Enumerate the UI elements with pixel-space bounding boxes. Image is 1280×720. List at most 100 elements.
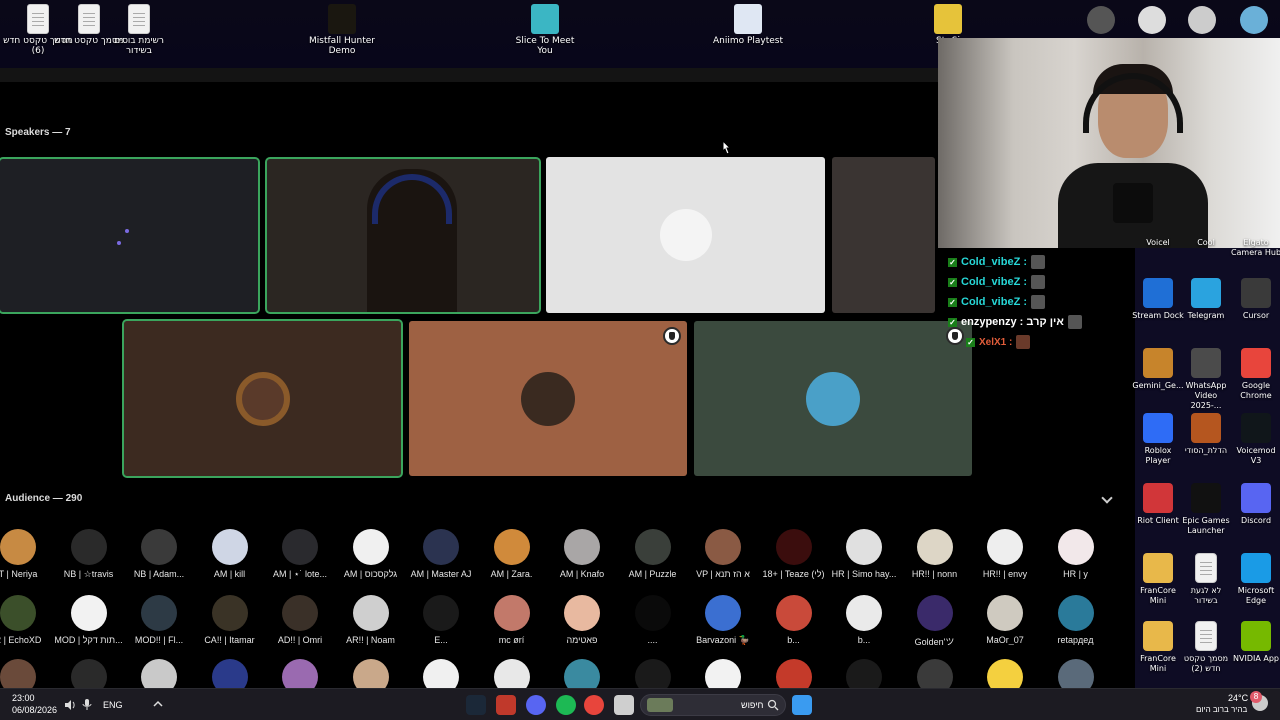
audience-member[interactable]: AM | Puzzle	[618, 529, 688, 579]
audience-member[interactable]: ....	[618, 595, 688, 645]
recycle-bin-icon[interactable]	[1240, 6, 1268, 34]
mouse-cursor-icon	[722, 140, 732, 155]
audience-avatar	[916, 529, 953, 565]
audience-member[interactable]: פאטימה	[547, 595, 617, 645]
chevron-up-icon[interactable]	[153, 700, 163, 708]
taskbar-search[interactable]: חיפוש	[640, 694, 786, 716]
audience-name: T | Neriya	[0, 569, 38, 579]
audience-member[interactable]: b...	[759, 595, 829, 645]
slice-game-icon	[531, 4, 559, 34]
desktop-icon[interactable]: Discord	[1230, 483, 1280, 526]
microphone-tray-icon[interactable]	[82, 699, 92, 711]
audience-member[interactable]: MOD!! | Fl...	[124, 595, 194, 645]
desktop-icon[interactable]: Mistfall Hunter Demo	[304, 4, 380, 56]
audience-member[interactable]: 18+ | Teaze (לי)	[759, 529, 829, 579]
speaker-tile[interactable]	[694, 321, 972, 476]
desktop-icon[interactable]: Google Chrome	[1230, 348, 1280, 401]
audience-member[interactable]: AM | kill	[195, 529, 265, 579]
desktop-icon[interactable]: Slice To Meet You	[507, 4, 583, 56]
joystick-icon[interactable]	[496, 695, 516, 715]
clock-time[interactable]: 23:00	[12, 693, 35, 703]
speaker-tile[interactable]	[122, 319, 403, 478]
audience-member[interactable]: HR | Simo hay...	[829, 529, 899, 579]
audience-member[interactable]: HR!! | nonn	[900, 529, 970, 579]
speaker-tile[interactable]	[0, 157, 260, 314]
steam-icon[interactable]	[466, 695, 486, 715]
desktop-icon-label: Gemini_Ge...	[1132, 381, 1184, 390]
audience-name: HR | y	[1063, 569, 1088, 579]
audience-member[interactable]: HR!! | envy	[970, 529, 1040, 579]
audience-member[interactable]: AM | Zara.	[477, 529, 547, 579]
electron-icon[interactable]	[1087, 6, 1115, 34]
audience-avatar	[705, 595, 741, 631]
obs-icon[interactable]	[1188, 6, 1216, 34]
desktop-icon[interactable]: Roblox Player	[1132, 413, 1184, 466]
weather-desc[interactable]: בהיר ברוב היום	[1196, 705, 1247, 714]
audience-member[interactable]: mc ørí	[477, 595, 547, 645]
audience-member[interactable]: AM | Master AJ	[406, 529, 476, 579]
chrome-icon[interactable]	[584, 695, 604, 715]
collapse-audience-chevron-icon[interactable]	[1101, 492, 1113, 504]
check-icon: ✓	[948, 317, 957, 327]
clock-date[interactable]: 06/08/2026	[12, 705, 57, 715]
audience-member[interactable]: AD!! | Omri	[265, 595, 335, 645]
audience-member[interactable]: R | EchoXD	[0, 595, 53, 645]
desktop-icon[interactable]: Aniimo Playtest	[710, 4, 786, 46]
task-view-icon[interactable]	[614, 695, 634, 715]
speaker-tile[interactable]	[409, 321, 687, 476]
desktop-icon[interactable]: FranCore Mini	[1132, 553, 1184, 606]
audience-member[interactable]: CA!! | Itamar	[195, 595, 265, 645]
desktop-icon[interactable]: Riot Client	[1132, 483, 1184, 526]
desktop-icon[interactable]: Gemini_Ge...	[1132, 348, 1184, 391]
spotify-icon[interactable]	[556, 695, 576, 715]
audience-member[interactable]: Golden'ツ	[900, 595, 970, 648]
audience-member[interactable]: AM | ⋆˙ lote...	[265, 529, 335, 580]
audience-member[interactable]: retapдeд	[1041, 595, 1111, 645]
audience-member[interactable]: MaOr_07	[970, 595, 1040, 645]
audience-member[interactable]: AM | Knafo	[547, 529, 617, 579]
audience-member[interactable]: E...	[406, 595, 476, 645]
desktop-icon-label: הדלת_הסודי	[1184, 446, 1228, 455]
desktop-icon[interactable]: מסמך טקסט חדש (2)	[1180, 621, 1232, 674]
desktop-icon[interactable]: רשימת בוסים בשידור	[101, 4, 177, 56]
notification-badge[interactable]: 8	[1250, 691, 1262, 703]
desktop-icon[interactable]: Cool	[1180, 238, 1232, 248]
speaker-tile[interactable]	[265, 157, 541, 314]
desktop-icon[interactable]: Epic Games Launcher	[1180, 483, 1232, 536]
desktop-icon[interactable]: Telegram	[1180, 278, 1232, 321]
desktop-icon[interactable]: Microsoft Edge	[1230, 553, 1280, 606]
discord-icon[interactable]	[526, 695, 546, 715]
audience-member[interactable]: NB | Adam...	[124, 529, 194, 579]
audience-member[interactable]: HR | y	[1041, 529, 1111, 579]
audience-member[interactable]: T | Neriya	[0, 529, 53, 579]
desktop-icon[interactable]: Cursor	[1230, 278, 1280, 321]
speaker-icon[interactable]	[64, 699, 76, 711]
weather-temp[interactable]: 24°C	[1228, 693, 1248, 703]
language-indicator[interactable]: ENG	[103, 700, 123, 710]
desktop-icon[interactable]: Voicemod V3	[1230, 413, 1280, 466]
audience-member[interactable]: AR!! | Noam	[336, 595, 406, 645]
audience-avatar	[775, 595, 812, 631]
speaker-tile[interactable]	[546, 157, 825, 313]
audience-member[interactable]: VP | א הז תנא	[688, 529, 758, 579]
desktop-icon[interactable]: Stream Dock	[1132, 278, 1184, 321]
audience-name: Golden'ツ	[914, 637, 955, 647]
desktop-icon[interactable]: Voicel	[1132, 238, 1184, 248]
windows-start-icon[interactable]	[792, 695, 812, 715]
audience-member[interactable]: NB | ☆travis	[54, 529, 124, 580]
desktop-icon[interactable]: Elgato Camera Hub	[1230, 238, 1280, 258]
desktop-icon[interactable]: לא לגעת בשידור	[1180, 553, 1232, 606]
speaking-dots-icon	[117, 241, 121, 245]
audience-member[interactable]: Barvazoni 🦆	[688, 595, 758, 646]
desktop-icon[interactable]: NVIDIA App	[1230, 621, 1280, 664]
desktop-icon[interactable]: WhatsApp Video 2025-...	[1180, 348, 1232, 411]
audience-member[interactable]: AM | גלקסכוס	[336, 529, 406, 579]
speaker-tile[interactable]	[832, 157, 935, 313]
audience-member[interactable]: b...	[829, 595, 899, 645]
desktop-icon[interactable]: הדלת_הסודי	[1180, 413, 1232, 456]
audience-name: ....	[647, 635, 658, 645]
audience-name: NB | ☆travis	[63, 569, 114, 579]
roblox-studio-icon[interactable]	[1138, 6, 1166, 34]
audience-member[interactable]: MOD | תות דקל...	[54, 595, 124, 645]
desktop-icon[interactable]: FranCore Mini	[1132, 621, 1184, 674]
